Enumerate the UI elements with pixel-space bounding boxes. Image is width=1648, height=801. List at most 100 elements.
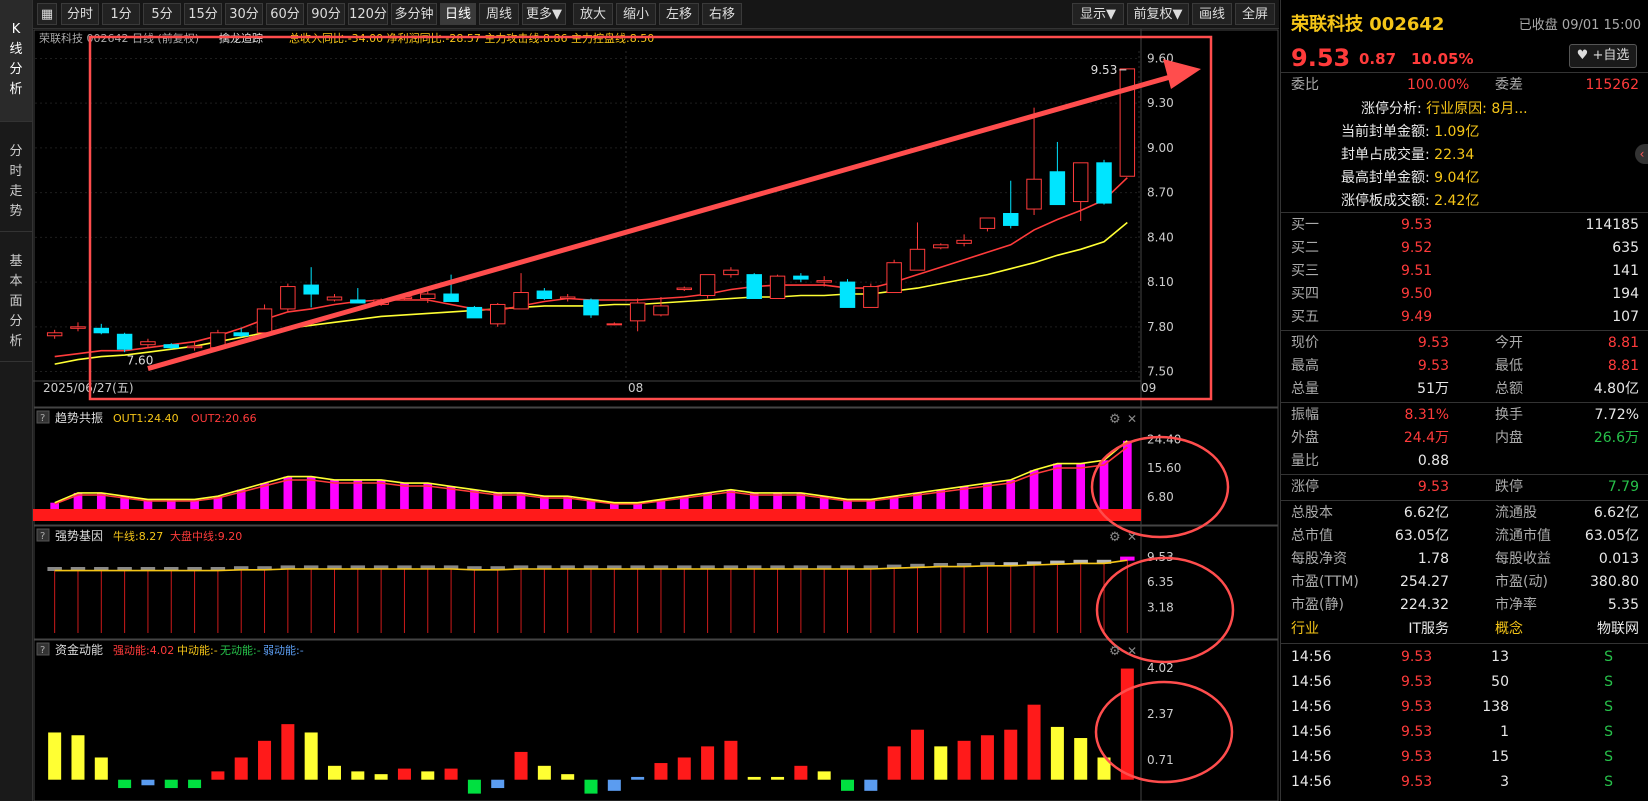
subpanel-ytick-label: 4.02 (1147, 661, 1174, 675)
kline-ytick-label: 7.50 (1147, 365, 1174, 379)
candle-body (303, 284, 319, 295)
tick-price: 9.53 (1401, 699, 1433, 715)
toolbar-right-button-1[interactable]: 前复权▼ (1127, 3, 1189, 25)
weicha-value: 115262 (1585, 77, 1639, 93)
fund-bar (397, 768, 411, 780)
fund-bar (94, 757, 108, 780)
toolbar-right-button-2[interactable]: 画线 (1192, 3, 1232, 25)
tick-price: 9.53 (1401, 674, 1433, 690)
tick-row: 14:56 9.53 1 S (1281, 721, 1648, 744)
candle-body (1049, 171, 1066, 206)
candle-body (466, 306, 483, 319)
period-button-1[interactable]: 1分 (102, 3, 140, 25)
tick-price: 9.53 (1401, 749, 1433, 765)
stat-row-value: 9.53 (1417, 358, 1449, 374)
fund-bar (327, 765, 341, 780)
action-button-3[interactable]: 右移 (702, 3, 742, 25)
market-status: 已收盘 09/01 15:00 (1518, 18, 1641, 33)
fundamental-label: 流通股 (1495, 505, 1537, 521)
period-button-11[interactable]: 更多▼ (522, 3, 566, 25)
action-button-2[interactable]: 左移 (659, 3, 699, 25)
add-watchlist-button[interactable]: ♥ +自选 (1569, 44, 1637, 68)
stat2-row-label: 外盘 (1291, 430, 1319, 446)
period-button-9[interactable]: 日线 (440, 3, 476, 25)
stat2-row-value: 0.88 (1417, 453, 1449, 469)
quote-panel: 荣联科技 002642 已收盘 09/01 15:00 9.53 0.87 10… (1280, 0, 1648, 801)
fund-bar (467, 779, 481, 794)
fundamental-value: 63.05亿 (1584, 528, 1639, 544)
tick-row: 14:56 9.53 13 S (1281, 646, 1648, 669)
fund-bar (910, 729, 924, 780)
fundamental-row: 市盈(静) 224.32 市净率 5.35 (1281, 594, 1648, 617)
ma-red-line (54, 177, 1128, 358)
period-button-2[interactable]: 5分 (143, 3, 181, 25)
candle-body (443, 293, 459, 302)
kline-ytick-label: 9.30 (1147, 96, 1174, 110)
nav-tab-0[interactable]: K线分析 (0, 0, 32, 122)
fund-bar (258, 740, 272, 780)
subpanel-title: 强势基因 (55, 529, 103, 543)
price-change: 0.87 (1359, 50, 1397, 68)
fund-bar (188, 779, 202, 789)
settings-icon: ⚙ (1109, 412, 1121, 427)
period-button-3[interactable]: 15分 (184, 3, 222, 25)
fund-bar (817, 771, 831, 780)
period-button-4[interactable]: 30分 (225, 3, 263, 25)
period-button-0[interactable]: 分时 (61, 3, 99, 25)
bid-price: 9.52 (1401, 240, 1433, 256)
tick-price: 9.53 (1401, 724, 1433, 740)
nav-tab-char: 分 (9, 314, 23, 329)
fundamental-row: 每股净资 1.78 每股收益 0.013 (1281, 548, 1648, 571)
gene-cap (1120, 556, 1135, 561)
nav-tab-char: 析 (9, 334, 23, 349)
fundamental-value: 380.80 (1590, 574, 1639, 590)
candle-body (1096, 162, 1112, 204)
candle-body (886, 262, 902, 294)
fund-bar (211, 771, 225, 780)
fundamental-value: 5.35 (1607, 597, 1639, 613)
tick-time: 14:56 (1291, 774, 1332, 790)
fund-bar (234, 757, 248, 780)
industry-label: 行业 (1291, 621, 1319, 637)
fundamental-row: 总股本 6.62亿 流通股 6.62亿 (1281, 502, 1648, 525)
nav-tab-char: 基 (9, 254, 23, 269)
divider (1281, 330, 1648, 331)
candle-body (793, 275, 809, 280)
stat-row-label: 总量 (1291, 381, 1319, 397)
fund-bar (584, 779, 598, 794)
grid-icon[interactable]: ▦ (37, 3, 57, 25)
trend-bar (306, 476, 316, 509)
subpanel-series-label: OUT2:20.66 (191, 412, 257, 425)
stat-row-label: 总额 (1495, 381, 1523, 397)
toolbar-right-button-0[interactable]: 显示▼ (1072, 3, 1124, 25)
bid-price: 9.53 (1401, 217, 1433, 233)
limit-info-value: 1.09亿 (1429, 124, 1480, 140)
limit-price-row-label: 涨停 (1291, 479, 1319, 495)
nav-tab-char: 走 (9, 184, 23, 199)
help-icon-glyph: ? (40, 531, 45, 542)
stat2-row: 外盘 24.4万 内盘 26.6万 (1281, 427, 1648, 450)
action-button-0[interactable]: 放大 (573, 3, 613, 25)
nav-tab-1[interactable]: 分时走势 (0, 122, 32, 232)
candle-body (93, 327, 110, 334)
period-button-7[interactable]: 120分 (348, 3, 388, 25)
subpanel-series-label: OUT1:24.40 (113, 412, 179, 425)
period-button-6[interactable]: 90分 (307, 3, 345, 25)
nav-tab-char: 分 (9, 62, 23, 77)
fund-bar (281, 724, 295, 780)
bid-row: 买二 9.52 635 (1281, 237, 1648, 260)
action-button-1[interactable]: 缩小 (616, 3, 656, 25)
toolbar-right-button-3[interactable]: 全屏 (1235, 3, 1275, 25)
candle-body (583, 299, 599, 316)
period-button-5[interactable]: 60分 (266, 3, 304, 25)
collapse-arrow-icon[interactable]: ‹ (1635, 144, 1648, 164)
weibi-value: 100.00% (1407, 77, 1470, 93)
stat2-row-label: 换手 (1495, 407, 1523, 423)
nav-tab-2[interactable]: 基本面分析 (0, 232, 32, 362)
period-button-8[interactable]: 多分钟 (391, 3, 437, 25)
limit-price-row-value: 7.79 (1607, 479, 1639, 495)
fund-bar (631, 776, 645, 780)
period-button-10[interactable]: 周线 (479, 3, 519, 25)
subpanel-title: 资金动能 (55, 642, 103, 657)
candle-body (909, 248, 926, 271)
